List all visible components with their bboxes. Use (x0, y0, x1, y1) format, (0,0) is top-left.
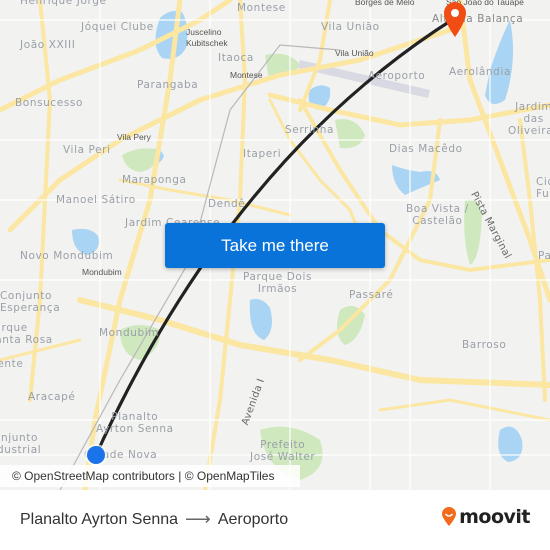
arrow-right-icon: ⟶ (185, 509, 211, 529)
place-label: Borges de Melo (355, 0, 415, 7)
place-label: Vila Pery (117, 132, 151, 142)
place-label: Paupina (538, 250, 550, 262)
place-label: Conjunto Esperança (0, 290, 61, 314)
place-label: Vila União (321, 21, 380, 33)
place-label: Aracapé (28, 391, 76, 403)
map[interactable]: Henrique Jorge Jóquei Clube João XXIII M… (0, 0, 550, 490)
place-label: Cidade dos Funcionários (536, 176, 550, 200)
map-attribution[interactable]: © OpenStreetMap contributors | © OpenMap… (0, 465, 300, 487)
place-label: Jardim das Oliveiras (508, 101, 550, 137)
place-label: Novo Mondubim (20, 250, 114, 262)
place-label: Vila Peri (63, 144, 111, 156)
place-label: João XXIII (20, 39, 76, 51)
place-label: Bonsucesso (15, 97, 84, 109)
lagoa-opaia (485, 20, 514, 104)
place-label: Itaoca (218, 52, 254, 64)
place-label: Manoel Sátiro (56, 194, 136, 206)
place-label: Juscelino Kubitschek (186, 27, 228, 48)
place-label: Montese (230, 70, 263, 80)
origin-name: Planalto Ayrton Senna (20, 510, 179, 528)
place-label: Mondubim (82, 267, 122, 277)
place-label: Henrique Jorge (20, 0, 107, 7)
destination-name: Aeroporto (217, 510, 289, 528)
place-label: Itaperi (243, 148, 282, 160)
place-label: Montese (237, 2, 286, 14)
place-label: Jóquei Clube (81, 21, 154, 33)
route-title: Planalto Ayrton Senna ⟶ Aeroporto (20, 509, 288, 530)
origin-marker[interactable] (84, 443, 108, 467)
place-label: Dias Macêdo (389, 143, 463, 155)
place-label: Presidente (0, 358, 24, 370)
place-label: Prefeito José Walter (250, 439, 316, 463)
moovit-logo[interactable]: moovit (441, 506, 530, 528)
place-label: Aerolândia (449, 66, 511, 78)
lake-dois-irmaos (249, 299, 272, 340)
moovit-pin-icon (442, 507, 457, 526)
place-label: Barroso (462, 339, 507, 351)
place-label: Mondubim (99, 327, 160, 339)
destination-pin-icon[interactable] (442, 0, 468, 38)
place-label: Boa Vista / Castelão (406, 203, 469, 227)
place-label: Passaré (349, 289, 394, 301)
place-label: Vila União (335, 48, 374, 58)
place-label: Dendê (208, 198, 246, 210)
place-label: Parangaba (137, 79, 199, 91)
lake-se (498, 426, 523, 462)
place-label: Serrinha (285, 124, 335, 136)
park-serrinha (335, 119, 365, 149)
moovit-wordmark: moovit (459, 506, 530, 528)
place-label: Maraponga (122, 174, 187, 186)
place-label: Aeroporto (368, 70, 426, 82)
footer: Planalto Ayrton Senna ⟶ Aeroporto moovit (0, 490, 550, 550)
place-label: Planalto Ayrton Senna (96, 411, 174, 435)
place-label: Parque Dois Irmãos (243, 271, 313, 295)
place-label: Conjunto Industrial (0, 432, 42, 456)
place-label: Parque Santa Rosa (0, 322, 53, 346)
take-me-there-button[interactable]: Take me there (165, 223, 385, 268)
